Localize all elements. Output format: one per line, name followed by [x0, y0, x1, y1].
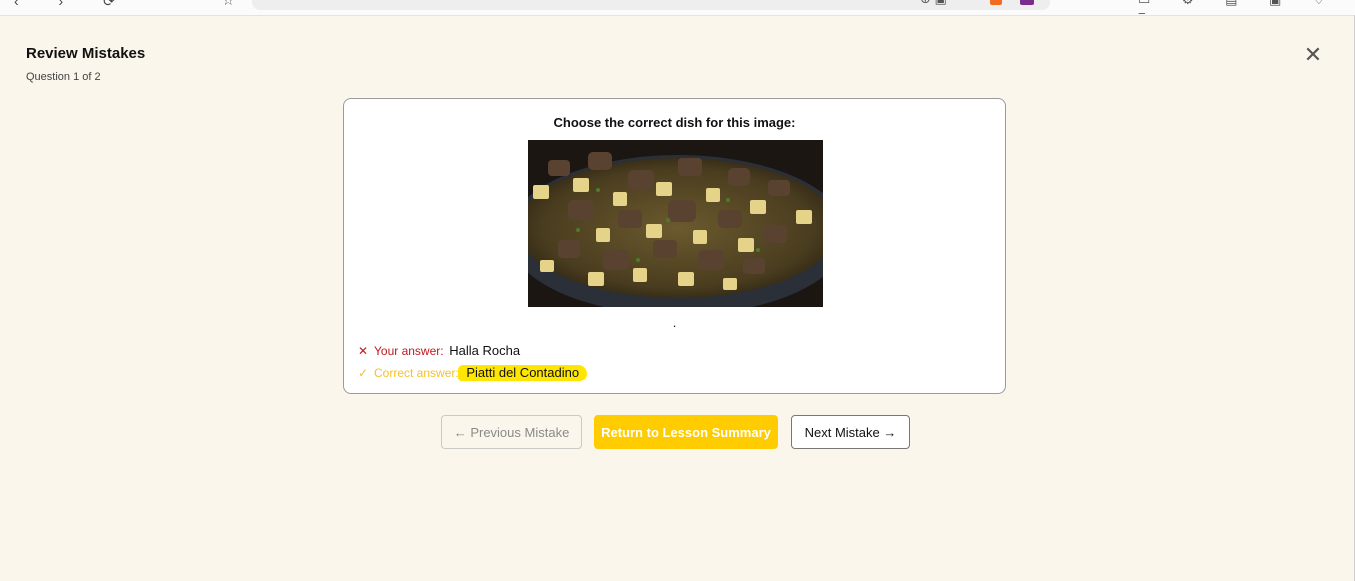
dish-image	[528, 140, 823, 307]
return-to-summary-button[interactable]: Return to Lesson Summary	[594, 415, 778, 449]
browser-nav-icons[interactable]: ‹ › ⟳	[14, 0, 133, 10]
x-icon: ✕	[358, 344, 369, 358]
check-icon: ✓	[358, 366, 369, 380]
question-prompt: Choose the correct dish for this image:	[553, 115, 796, 130]
previous-mistake-button[interactable]: ← Previous Mistake	[441, 415, 582, 449]
page-title: Review Mistakes	[26, 45, 146, 62]
correct-answer-row: ✓ Correct answer: Piatti del Contadino	[358, 365, 588, 381]
mistake-card: Choose the correct dish for this image:	[343, 98, 1006, 394]
extension-brave-icon[interactable]	[990, 0, 1002, 5]
correct-answer-label: Correct answer:	[374, 366, 459, 380]
correct-answer-value: Piatti del Contadino	[458, 365, 588, 381]
bookmark-star-icon[interactable]: ☆	[222, 0, 235, 9]
your-answer-row: ✕ Your answer: Halla Rocha	[358, 343, 520, 358]
your-answer-label: Your answer:	[374, 344, 444, 358]
extension-icon[interactable]	[1020, 0, 1034, 5]
question-progress: Question 1 of 2	[26, 71, 101, 83]
zoom-icon[interactable]: ⊕ ▣	[920, 0, 947, 7]
next-mistake-button[interactable]: Next Mistake →	[791, 415, 910, 449]
your-answer-value: Halla Rocha	[449, 343, 521, 358]
browser-toolbar: ‹ › ⟳ ☆ ⊕ ▣ ▭ ⚙ ▤ ▣ ♡ ≡	[0, 0, 1355, 16]
image-caption: .	[672, 315, 677, 330]
close-icon[interactable]: ✕	[1300, 42, 1326, 68]
browser-menu-icons[interactable]: ▭ ⚙ ▤ ▣ ♡ ≡	[1138, 0, 1355, 15]
